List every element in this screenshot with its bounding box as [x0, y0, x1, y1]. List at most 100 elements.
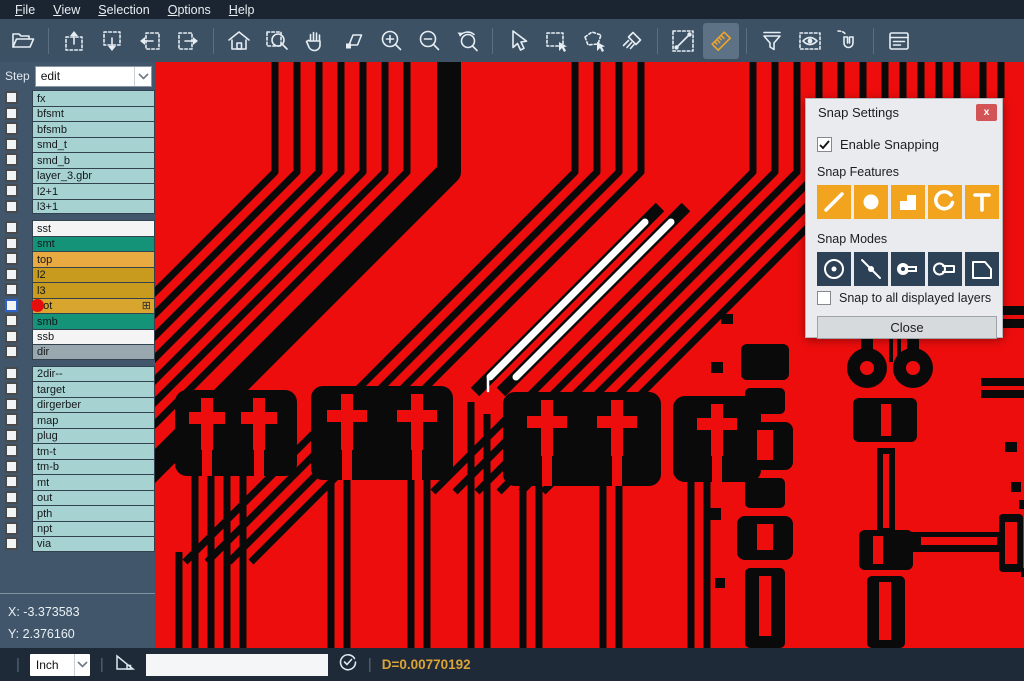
layer-visibility-checkbox[interactable] [5, 429, 18, 442]
scroll-left-button[interactable] [132, 23, 168, 59]
layer-name[interactable]: l2 [32, 267, 155, 283]
layer-visibility-checkbox[interactable] [5, 491, 18, 504]
layer-row[interactable]: l3+1 [5, 199, 155, 215]
layer-name[interactable]: smd_t [32, 137, 155, 153]
layer-name[interactable]: out [32, 490, 155, 506]
layer-row[interactable]: l2+1 [5, 183, 155, 199]
grid-icon[interactable]: ⊞ [142, 301, 151, 312]
step-select[interactable]: edit [35, 66, 152, 87]
menu-file[interactable]: File [6, 0, 44, 19]
layer-row[interactable]: fx [5, 90, 155, 106]
snap-mode-center-button[interactable] [817, 252, 851, 286]
layer-row[interactable]: plug [5, 428, 155, 444]
layer-visibility-checkbox[interactable] [5, 252, 18, 265]
enable-snapping-checkbox[interactable] [817, 137, 832, 152]
snap-mode-contour-button[interactable] [965, 252, 999, 286]
dialog-close-button[interactable]: x [976, 104, 997, 121]
layer-visibility-checkbox[interactable] [5, 107, 18, 120]
menu-selection[interactable]: Selection [89, 0, 158, 19]
layer-row[interactable]: via [5, 536, 155, 552]
layer-visibility-checkbox[interactable] [5, 537, 18, 550]
menu-options[interactable]: Options [159, 0, 220, 19]
refresh-check-icon[interactable] [338, 652, 358, 677]
layer-visibility-checkbox[interactable] [5, 444, 18, 457]
open-file-button[interactable] [5, 23, 41, 59]
pan-hand-button[interactable] [297, 23, 333, 59]
select-arrow-button[interactable] [500, 23, 536, 59]
layer-name[interactable]: bfsmt [32, 106, 155, 122]
layer-name[interactable]: plug [32, 428, 155, 444]
dialog-close-action-button[interactable]: Close [817, 316, 997, 339]
layer-visibility-checkbox[interactable] [5, 221, 18, 234]
layer-row[interactable]: mt [5, 474, 155, 490]
layer-row[interactable]: l3 [5, 282, 155, 298]
layer-visibility-checkbox[interactable] [5, 330, 18, 343]
select-polygon-button[interactable] [576, 23, 612, 59]
zoom-in-button[interactable] [373, 23, 409, 59]
layer-row[interactable]: smb [5, 313, 155, 329]
snap-feature-circle-button[interactable] [854, 185, 888, 219]
layer-name[interactable]: top [32, 251, 155, 267]
measure-distance-button[interactable] [665, 23, 701, 59]
layer-row[interactable]: map [5, 412, 155, 428]
layer-name[interactable]: layer_3.gbr [32, 168, 155, 184]
scroll-down-button[interactable] [94, 23, 130, 59]
layer-name[interactable]: dir [32, 344, 155, 360]
snap-magnet-button[interactable] [830, 23, 866, 59]
layer-name[interactable]: l2+1 [32, 183, 155, 199]
layer-visibility-checkbox[interactable] [5, 299, 18, 312]
layer-name[interactable]: npt [32, 521, 155, 537]
layer-row[interactable]: dirgerber [5, 397, 155, 413]
layer-row[interactable]: top [5, 251, 155, 267]
snap-feature-surface-button[interactable] [891, 185, 925, 219]
measure-input[interactable] [146, 654, 328, 676]
zoom-previous-button[interactable] [449, 23, 485, 59]
menu-help[interactable]: Help [220, 0, 264, 19]
layer-name[interactable]: smt [32, 236, 155, 252]
layer-visibility-checkbox[interactable] [5, 367, 18, 380]
layer-row[interactable]: npt [5, 521, 155, 537]
layer-row[interactable]: bfsmb [5, 121, 155, 137]
transform-shape-button[interactable] [335, 23, 371, 59]
layer-name[interactable]: l3 [32, 282, 155, 298]
dialog-titlebar[interactable]: Snap Settings x [806, 99, 1002, 126]
layer-row[interactable]: out [5, 490, 155, 506]
layer-visibility-checkbox[interactable] [5, 91, 18, 104]
layer-row[interactable]: tm-b [5, 459, 155, 475]
layer-name[interactable]: fx [32, 90, 155, 106]
layer-name[interactable]: smb [32, 313, 155, 329]
layer-row[interactable]: sst [5, 220, 155, 236]
report-panel-button[interactable] [881, 23, 917, 59]
layer-name[interactable]: bot⊞ [32, 298, 155, 314]
snap-mode-pad-outline-button[interactable] [928, 252, 962, 286]
layer-name[interactable]: pth [32, 505, 155, 521]
scroll-right-button[interactable] [170, 23, 206, 59]
angle-mode-icon[interactable] [114, 652, 136, 677]
layer-visibility-checkbox[interactable] [5, 522, 18, 535]
layer-row[interactable]: target [5, 381, 155, 397]
layer-row[interactable]: pth [5, 505, 155, 521]
layer-name[interactable]: tm-t [32, 443, 155, 459]
layer-name[interactable]: map [32, 412, 155, 428]
layer-name[interactable]: l3+1 [32, 199, 155, 215]
layer-visibility-checkbox[interactable] [5, 184, 18, 197]
layer-name[interactable]: dirgerber [32, 397, 155, 413]
snap-feature-arc-button[interactable] [928, 185, 962, 219]
snap-mode-closest-point-button[interactable] [854, 252, 888, 286]
snap-feature-text-button[interactable] [965, 185, 999, 219]
scroll-up-button[interactable] [56, 23, 92, 59]
layer-name[interactable]: sst [32, 220, 155, 236]
unit-select[interactable]: Inch [30, 654, 90, 676]
layer-row[interactable]: tm-t [5, 443, 155, 459]
layer-row[interactable]: smd_t [5, 137, 155, 153]
zoom-out-button[interactable] [411, 23, 447, 59]
layer-visibility-checkbox[interactable] [5, 314, 18, 327]
snap-mode-pad-filled-button[interactable] [891, 252, 925, 286]
layer-name[interactable]: target [32, 381, 155, 397]
filter-button[interactable] [754, 23, 790, 59]
layer-visibility-checkbox[interactable] [5, 413, 18, 426]
layer-row[interactable]: ssb [5, 329, 155, 345]
layer-visibility-checkbox[interactable] [5, 398, 18, 411]
layer-row[interactable]: l2 [5, 267, 155, 283]
layer-visibility-checkbox[interactable] [5, 122, 18, 135]
